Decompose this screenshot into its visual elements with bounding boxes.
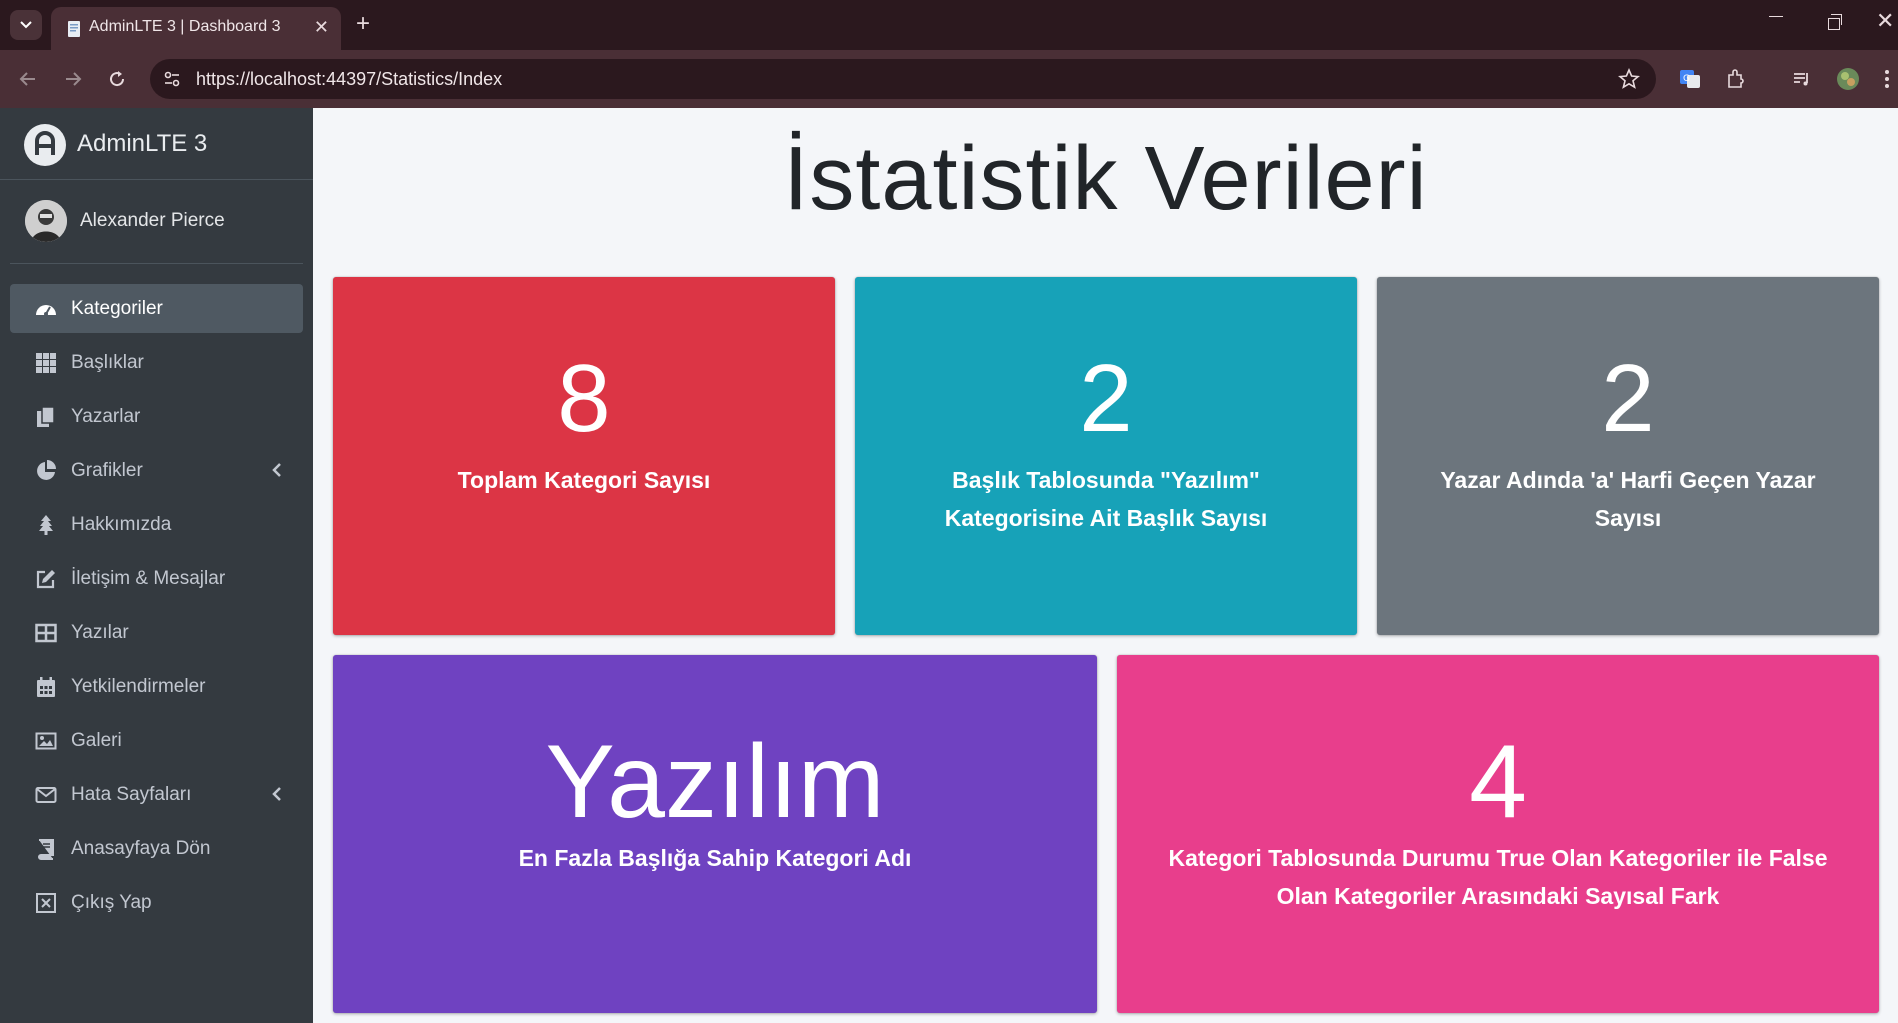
more-vertical-icon [1885, 70, 1889, 88]
sidebar-item-yazilar[interactable]: Yazılar [10, 608, 303, 657]
stat-label: En Fazla Başlığa Sahip Kategori Adı [518, 845, 912, 871]
grid-icon [34, 351, 58, 375]
bookmark-star-icon[interactable] [1618, 68, 1640, 90]
envelope-icon [34, 783, 58, 807]
page-icon [68, 21, 80, 37]
sidebar-item-hata-sayfalari[interactable]: Hata Sayfaları [10, 770, 303, 819]
stat-box-top-category: Yazılım En Fazla Başlığa Sahip Kategori … [333, 655, 1097, 1013]
reload-icon [110, 71, 125, 87]
sidebar-item-cikis[interactable]: Çıkış Yap [10, 878, 303, 927]
sidebar-item-anasayfa[interactable]: Anasayfaya Dön [10, 824, 303, 873]
calendar-icon [34, 675, 58, 699]
sidebar-item-label: Hata Sayfaları [71, 784, 192, 805]
sidebar-item-basliklar[interactable]: Başlıklar [10, 338, 303, 387]
stat-value: 2 [1079, 345, 1133, 452]
pie-chart-icon [34, 459, 58, 483]
sidebar-item-grafikler[interactable]: Grafikler [10, 446, 303, 495]
sidebar-item-yetkilendirmeler[interactable]: Yetkilendirmeler [10, 662, 303, 711]
media-control-button[interactable] [1790, 67, 1814, 91]
main-sidebar: AdminLTE 3 Alexander Pierce Kategoriler … [0, 108, 313, 1023]
stat-value: 4 [1469, 724, 1527, 840]
image-icon [34, 729, 58, 753]
tab-title: AdminLTE 3 | Dashboard 3 [89, 18, 281, 35]
edit-icon [34, 567, 58, 591]
forward-button[interactable] [60, 66, 86, 92]
sidebar-item-galeri[interactable]: Galeri [10, 716, 303, 765]
sidebar-item-label: İletişim & Mesajlar [71, 568, 226, 589]
stat-label: Toplam Kategori Sayısı [457, 467, 711, 493]
stat-box-writers-with-a: 2 Yazar Adında 'a' Harfi Geçen Yazar Say… [1377, 277, 1879, 635]
page-title: İstatistik Verileri [783, 129, 1428, 229]
back-button[interactable] [15, 66, 41, 92]
sidebar-item-label: Kategoriler [71, 298, 163, 319]
chevron-left-icon [272, 463, 281, 477]
profile-avatar-icon [1837, 68, 1859, 90]
stat-box-total-categories: 8 Toplam Kategori Sayısı [333, 277, 835, 635]
stat-value: Yazılım [545, 724, 885, 840]
sidebar-item-label: Anasayfaya Dön [71, 838, 211, 859]
sidebar-item-label: Yetkilendirmeler [71, 676, 206, 697]
stat-box-software-titles: 2 Başlık Tablosunda "Yazılım" Kategorisi… [855, 277, 1357, 635]
window-close-icon[interactable]: ✕ [1876, 10, 1894, 32]
restore-icon[interactable] [1828, 14, 1842, 30]
url-text: https://localhost:44397/Statistics/Index [196, 69, 503, 89]
book-icon [34, 837, 58, 861]
stat-value: 8 [557, 345, 611, 452]
avatar [25, 200, 67, 242]
svg-text:G: G [1683, 74, 1690, 84]
extensions-button[interactable] [1724, 67, 1748, 91]
user-name: Alexander Pierce [80, 210, 225, 231]
sidebar-item-label: Galeri [71, 730, 122, 751]
sidebar-nav: Kategoriler Başlıklar Yazarlar Grafikler [10, 284, 303, 932]
playlist-icon [1794, 73, 1808, 86]
sidebar-item-label: Yazarlar [71, 406, 141, 427]
translate-extension[interactable]: G [1678, 67, 1702, 91]
tree-icon [34, 513, 58, 537]
browser-menu-button[interactable] [1882, 67, 1892, 91]
reload-button[interactable] [104, 66, 130, 92]
back-arrow-icon [19, 72, 35, 86]
browser-tab-bar: AdminLTE 3 | Dashboard 3 ✕ + ✕ [0, 0, 1898, 50]
sidebar-item-iletisim[interactable]: İletişim & Mesajlar [10, 554, 303, 603]
browser-toolbar: https://localhost:44397/Statistics/Index… [0, 50, 1898, 108]
content-wrapper: İstatistik Verileri 8 Toplam Kategori Sa… [313, 108, 1898, 1023]
copy-icon [34, 405, 58, 429]
site-info-icon[interactable] [162, 69, 182, 89]
brand-text: AdminLTE 3 [77, 130, 208, 157]
profile-button[interactable] [1836, 67, 1860, 91]
translate-icon: G [1680, 70, 1700, 88]
chevron-down-icon [20, 21, 32, 29]
brand-link[interactable]: AdminLTE 3 [0, 108, 313, 180]
table-icon [34, 621, 58, 645]
stat-value: 2 [1601, 345, 1655, 452]
chevron-left-icon [272, 787, 281, 801]
adminlte-logo-icon [24, 124, 66, 166]
stat-label: Kategori Tablosunda Durumu True Olan Kat… [1168, 845, 1828, 909]
dashboard-icon [34, 297, 58, 321]
tab-close-icon[interactable]: ✕ [314, 18, 329, 36]
browser-tab[interactable]: AdminLTE 3 | Dashboard 3 ✕ [51, 7, 341, 50]
minimize-icon[interactable] [1769, 16, 1783, 17]
tab-search-button[interactable] [10, 10, 42, 40]
sidebar-item-label: Yazılar [71, 622, 129, 643]
stat-label: Başlık Tablosunda "Yazılım" Kategorisine… [944, 467, 1268, 531]
forward-arrow-icon [66, 72, 82, 86]
address-bar[interactable]: https://localhost:44397/Statistics/Index [150, 59, 1656, 99]
sidebar-item-label: Çıkış Yap [71, 892, 152, 913]
user-panel[interactable]: Alexander Pierce [10, 180, 303, 264]
close-square-icon [34, 891, 58, 915]
new-tab-button[interactable]: + [356, 12, 370, 36]
sidebar-item-kategoriler[interactable]: Kategoriler [10, 284, 303, 333]
sidebar-item-label: Grafikler [71, 460, 143, 481]
sidebar-item-label: Başlıklar [71, 352, 144, 373]
sidebar-item-hakkimizda[interactable]: Hakkımızda [10, 500, 303, 549]
puzzle-icon [1728, 69, 1744, 88]
sidebar-item-label: Hakkımızda [71, 514, 172, 535]
stat-label: Yazar Adında 'a' Harfi Geçen Yazar Sayıs… [1440, 467, 1816, 531]
stat-box-status-difference: 4 Kategori Tablosunda Durumu True Olan K… [1117, 655, 1879, 1013]
sidebar-item-yazarlar[interactable]: Yazarlar [10, 392, 303, 441]
